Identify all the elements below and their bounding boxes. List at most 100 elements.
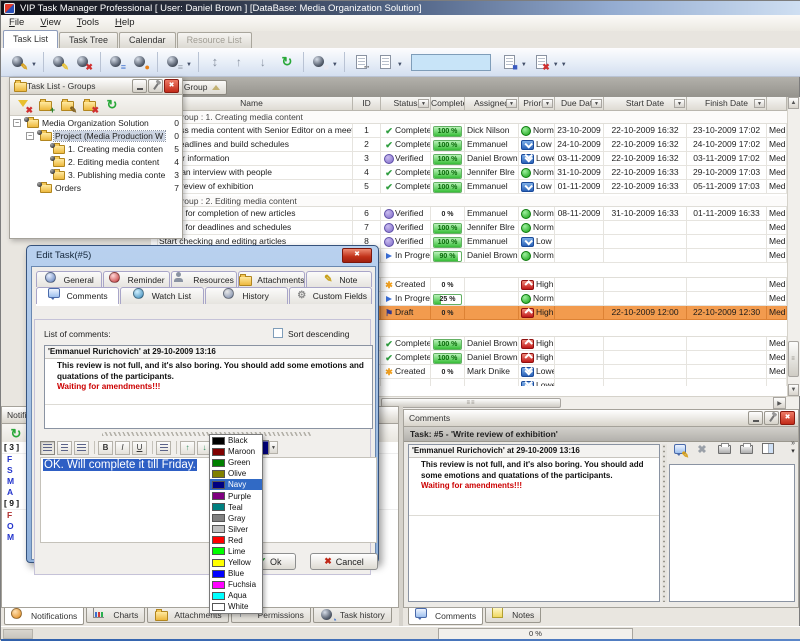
font-color-caret-icon[interactable]: ▼ [269, 441, 278, 454]
hscroll-thumb[interactable]: ≡≡ [381, 398, 561, 408]
bottom-tab-notifications[interactable]: Notifications [4, 608, 84, 625]
column-header-finish-date[interactable]: Finish Date▼ [687, 97, 767, 111]
expand-rows-button[interactable]: ↕ [204, 51, 226, 73]
add-folder-button[interactable]: + [36, 96, 56, 114]
dialog-close-icon[interactable]: ✖ [342, 248, 372, 263]
color-option-maroon[interactable]: Maroon [210, 446, 262, 457]
dialog-comment-list[interactable]: 'Emmanuel Rurichovich' at 29-10-2009 13:… [44, 345, 373, 429]
color-option-silver[interactable]: Silver [210, 524, 262, 535]
tree-item[interactable]: −Project (Media Production W0 [10, 129, 182, 142]
menu-tools[interactable]: Tools [69, 16, 107, 30]
filter-dropdown-icon[interactable]: ▼ [754, 99, 765, 108]
filter-dropdown-icon[interactable]: ▼ [674, 99, 685, 108]
split-view-button[interactable] [758, 441, 778, 459]
pin-button[interactable] [148, 79, 163, 93]
bottom-tab-task-history[interactable]: ◔Task history [313, 608, 392, 623]
dialog-splitter[interactable] [102, 432, 312, 436]
edit-task-button[interactable]: ✎ [49, 51, 71, 73]
group-header[interactable]: Task Group : 2. Editing media content [151, 196, 787, 207]
color-option-blue[interactable]: Blue [210, 568, 262, 579]
task-row[interactable]: Discuss media content with Senior Editor… [151, 124, 787, 138]
align-right-button[interactable] [74, 441, 89, 455]
dialog-tab-resources[interactable]: Resources [171, 271, 237, 287]
column-header-complete[interactable]: Complete [431, 97, 465, 111]
dropdown-caret-icon[interactable]: ▼ [397, 62, 403, 68]
scroll-up-button[interactable]: ▲ [788, 97, 799, 109]
color-option-black[interactable]: Black [210, 435, 262, 446]
cancel-button[interactable]: ✖ Cancel [310, 553, 378, 570]
color-option-purple[interactable]: Purple [210, 490, 262, 501]
pin-button[interactable] [764, 411, 779, 425]
delete-task-button[interactable]: ✖ [73, 51, 95, 73]
dropdown-caret-icon[interactable]: ▼ [186, 62, 192, 68]
color-option-red[interactable]: Red [210, 535, 262, 546]
print-preview-button[interactable] [736, 441, 756, 459]
column-header-due-date[interactable]: Due Date▼ [555, 97, 604, 111]
color-option-green[interactable]: Green [210, 457, 262, 468]
filter-dropdown-icon[interactable]: ▼ [591, 99, 602, 108]
color-option-olive[interactable]: Olive [210, 468, 262, 479]
task-row[interactable]: Check for deadlines and schedules7Verifi… [151, 221, 787, 235]
filter-dropdown-icon[interactable]: ▼ [418, 99, 429, 108]
color-option-lime[interactable]: Lime [210, 546, 262, 557]
color-option-navy[interactable]: Navy [210, 479, 262, 490]
dropdown-caret-icon[interactable]: ▼ [553, 62, 559, 68]
task-row[interactable]: Write review of exhibition5✔Completed100… [151, 180, 787, 194]
hierarchy-button[interactable]: ≡ [163, 51, 185, 73]
tree-expander-icon[interactable]: − [13, 119, 21, 127]
minimize-button[interactable] [748, 411, 763, 425]
dialog-tab-general[interactable]: General [36, 271, 102, 287]
color-option-fuchsia[interactable]: Fuchsia [210, 579, 262, 590]
comments-splitter[interactable] [662, 444, 667, 602]
delete-comment-button[interactable]: ✖ [692, 441, 712, 459]
copy-button[interactable] [374, 51, 396, 73]
bottom-tab-charts[interactable]: Charts [86, 608, 145, 623]
task-row[interactable]: Check for completion of new articles6Ver… [151, 207, 787, 221]
tree-item[interactable]: 1. Creating media conten5 [10, 142, 182, 155]
toolbar-overflow-caret-icon[interactable]: ▼ [561, 62, 567, 68]
tab-resource-list[interactable]: Resource List [177, 32, 252, 48]
dialog-tab-history[interactable]: History [205, 287, 288, 304]
scroll-right-button[interactable]: ▶ [773, 397, 786, 409]
color-option-yellow[interactable]: Yellow [210, 557, 262, 568]
tree-item[interactable]: 3. Publishing media conte3 [10, 168, 182, 181]
filter-clear-button[interactable]: ✖ [14, 96, 34, 114]
italic-button[interactable]: I [115, 441, 130, 455]
align-center-button[interactable] [57, 441, 72, 455]
tab-task-list[interactable]: Task List [3, 30, 58, 48]
scroll-down-button[interactable]: ▼ [788, 384, 799, 396]
dialog-tab-reminder[interactable]: Reminder [103, 271, 169, 287]
comments-list[interactable]: 'Emmanuel Rurichovich' at 29-10-2009 13:… [408, 444, 660, 602]
color-option-teal[interactable]: Teal [210, 502, 262, 513]
task-row[interactable]: Get deadlines and build schedules2✔Compl… [151, 138, 787, 152]
save-filter-button[interactable]: ■ [498, 51, 520, 73]
toolbar-overflow-icon[interactable]: »▾ [791, 440, 795, 456]
vscroll-thumb[interactable]: ≡ [788, 341, 799, 377]
move-up-button[interactable]: ↑ [228, 51, 250, 73]
group-header[interactable]: Task Group : 1. Creating media content [151, 111, 787, 124]
reminder-task-button[interactable]: ● [130, 51, 152, 73]
refresh-button[interactable]: ↻ [276, 51, 298, 73]
columns-button[interactable]: ·· [350, 51, 372, 73]
dialog-tab-watch-list[interactable]: Watch List [120, 287, 203, 304]
column-header-status[interactable]: Status▼ [381, 97, 431, 111]
search-input[interactable] [412, 57, 490, 72]
dropdown-caret-icon[interactable]: ▼ [332, 62, 338, 68]
column-header-project[interactable] [767, 97, 787, 111]
dialog-tab-comments[interactable]: Comments [36, 287, 119, 304]
column-header-id[interactable]: ID [353, 97, 381, 111]
close-icon[interactable]: ✖ [164, 79, 179, 93]
column-header-start-date[interactable]: Start Date▼ [604, 97, 687, 111]
move-down-button[interactable]: ↓ [252, 51, 274, 73]
column-header-priority[interactable]: Priority▼ [519, 97, 555, 111]
filter-dropdown-icon[interactable]: ▼ [542, 99, 553, 108]
refresh-button[interactable]: ↻ [102, 96, 122, 114]
tree-item[interactable]: −Media Organization Solution0 [10, 116, 182, 129]
new-comment-box[interactable] [669, 464, 795, 602]
dropdown-caret-icon[interactable]: ▼ [31, 62, 37, 68]
bottom-tab-notes[interactable]: Notes [485, 608, 541, 623]
tab-calendar[interactable]: Calendar [119, 32, 176, 48]
tree-expander-icon[interactable]: − [26, 132, 34, 140]
font-grow-button[interactable]: ↑ [180, 441, 195, 455]
close-icon[interactable]: ✖ [780, 411, 795, 425]
